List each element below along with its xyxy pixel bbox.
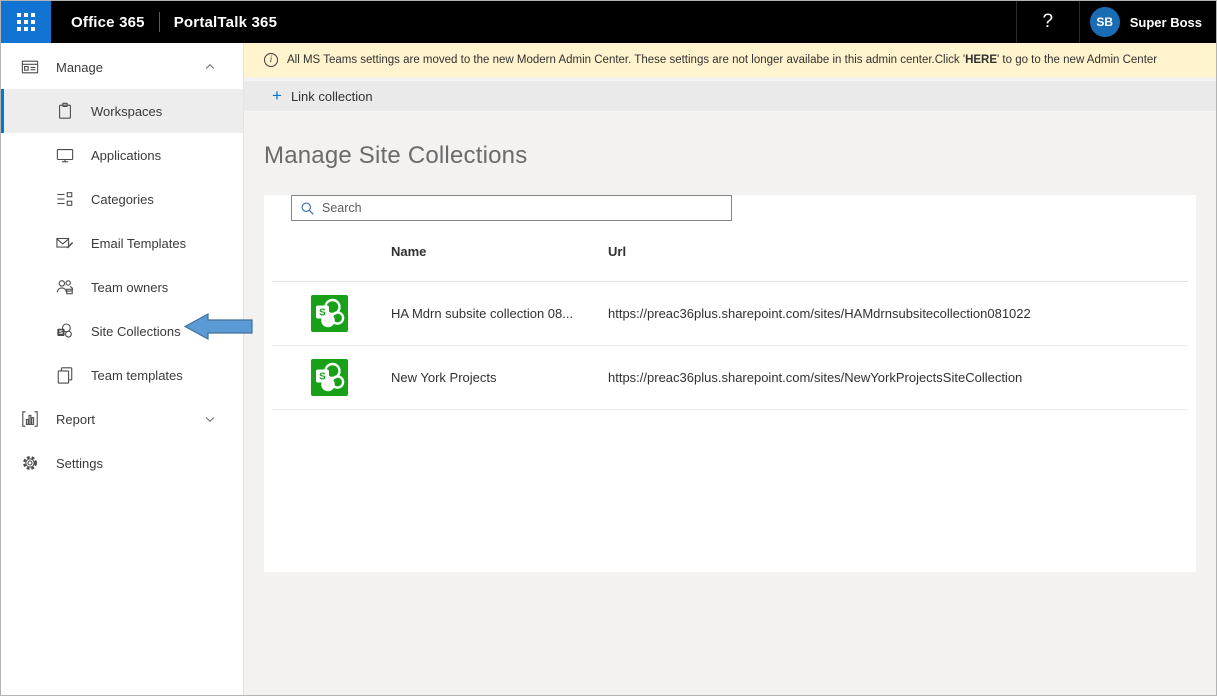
sharepoint-tile-icon: S [311,359,348,396]
notification-banner: i All MS Teams settings are moved to the… [244,43,1216,77]
link-collection-label: Link collection [291,89,373,104]
svg-text:S: S [59,330,63,336]
sidebar-item-email-templates[interactable]: Email Templates [1,221,243,265]
page-title: Manage Site Collections [264,142,1196,170]
portaltalk-title: PortalTalk 365 [174,14,277,31]
app-window: Office 365 PortalTalk 365 ? SB Super Bos… [0,0,1217,696]
sidebar-item-report[interactable]: Report [1,397,243,441]
site-collections-card: Name Url S HA Mdrn subsite collection 08… [264,195,1196,572]
sidebar-item-team-owners[interactable]: Team owners [1,265,243,309]
sidebar-item-label: Workspaces [91,104,162,119]
suite-top-bar: Office 365 PortalTalk 365 ? SB Super Bos… [1,1,1216,43]
sidebar-item-label: Settings [56,456,103,471]
report-chart-icon [21,410,39,428]
command-bar: + Link collection [244,81,1216,111]
main-area: i All MS Teams settings are moved to the… [244,43,1216,695]
sidebar-item-applications[interactable]: Applications [1,133,243,177]
banner-text: All MS Teams settings are moved to the n… [287,54,1157,66]
envelope-pen-icon [56,234,74,252]
sidebar-item-label: Email Templates [91,236,186,251]
row-url: https://preac36plus.sharepoint.com/sites… [608,370,1196,385]
sidebar-item-categories[interactable]: Categories [1,177,243,221]
table-row[interactable]: S HA Mdrn subsite collection 08... https… [264,282,1196,345]
help-button[interactable]: ? [1017,1,1079,43]
search-box[interactable] [291,195,732,221]
topbar-divider [159,12,160,32]
monitor-icon [56,146,74,164]
row-name: HA Mdrn subsite collection 08... [391,306,608,321]
user-name: Super Boss [1130,15,1202,30]
plus-icon: + [272,87,282,104]
table-row[interactable]: S New York Projects https://preac36plus.… [264,346,1196,409]
sidebar-item-site-collections[interactable]: S Site Collections [1,309,243,353]
sidebar-item-label: Applications [91,148,161,163]
manage-icon [21,58,39,76]
sidebar-item-label: Team templates [91,368,183,383]
here-link[interactable]: HERE [965,54,997,66]
sidebar-item-label: Categories [91,192,154,207]
office-365-link[interactable]: Office 365 [71,14,145,31]
content-region: Manage Site Collections Name Url [244,111,1216,695]
search-icon [300,201,315,216]
copy-pages-icon [56,366,74,384]
sharepoint-tile-icon: S [311,295,348,332]
categories-list-icon [56,190,74,208]
row-url: https://preac36plus.sharepoint.com/sites… [608,306,1196,321]
account-menu[interactable]: SB Super Boss [1080,1,1216,43]
svg-text:S: S [319,372,326,383]
chevron-down-icon [203,412,217,426]
sidebar-item-label: Site Collections [91,324,181,339]
sidebar-item-workspaces[interactable]: Workspaces [1,89,243,133]
row-name: New York Projects [391,370,608,385]
link-collection-button[interactable]: + Link collection [272,89,373,104]
search-input[interactable] [322,201,723,215]
people-icon [56,278,74,296]
column-header-url: Url [608,244,1196,259]
sidebar-item-manage[interactable]: Manage [1,45,243,89]
sidebar-item-settings[interactable]: Settings [1,441,243,485]
clipboard-icon [56,102,74,120]
avatar[interactable]: SB [1090,7,1120,37]
sidebar-item-label: Manage [56,60,103,75]
gear-icon [21,454,39,472]
sharepoint-icon: S [56,322,74,340]
svg-text:S: S [319,308,326,319]
sidebar-item-label: Team owners [91,280,168,295]
column-header-name: Name [391,244,608,259]
row-divider [272,409,1188,410]
sidebar-item-team-templates[interactable]: Team templates [1,353,243,397]
sidebar-nav: Manage Workspaces Applications [1,43,244,695]
info-icon: i [264,53,278,67]
sidebar-item-label: Report [56,412,95,427]
waffle-icon [17,13,35,31]
app-launcher-button[interactable] [1,1,51,43]
table-header: Name Url [264,221,1196,281]
chevron-up-icon [203,60,217,74]
